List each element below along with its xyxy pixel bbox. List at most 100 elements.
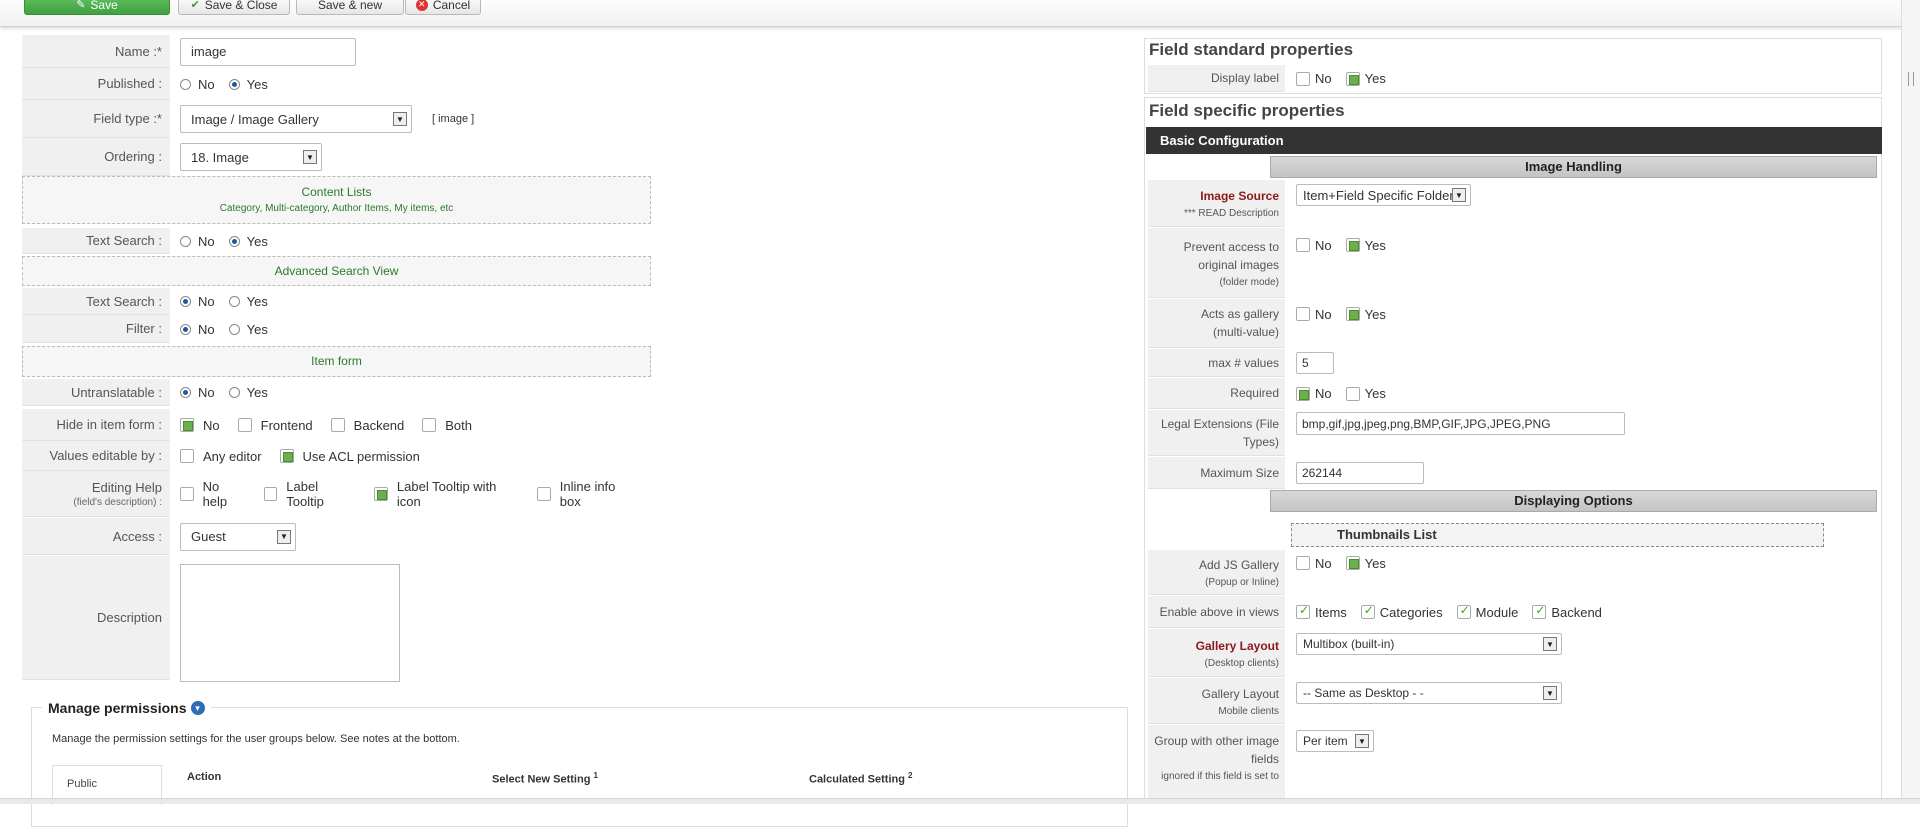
chevron-down-icon: ▼ [277,529,291,544]
acts-gallery-no-checkbox[interactable] [1296,307,1310,321]
row-gallery-layout-desktop: Gallery Layout (Desktop clients) Multibo… [1148,629,1878,677]
acts-gallery-label-1: Acts as gallery [1200,307,1279,321]
label-tooltip-icon-checkbox[interactable] [374,487,388,501]
gallery-mobile-select[interactable]: -- Same as Desktop - - ▼ [1296,682,1562,704]
row-values-editable: Values editable by : Any editor Use ACL … [22,441,651,471]
standard-properties-title: Field standard properties [1149,40,1354,59]
row-maximum-size: Maximum Size 262144 [1148,457,1878,489]
published-yes-radio[interactable] [228,78,240,90]
save-close-button[interactable]: ✔ Save & Close [178,0,290,15]
add-js-no-checkbox[interactable] [1296,556,1310,570]
col-select-new-setting: Select New Setting 1 [492,771,598,786]
chevron-down-icon: ▼ [303,150,317,164]
group-label-2: fields [1250,752,1279,766]
row-prevent-access: Prevent access to original images (folde… [1148,228,1878,298]
field-type-tag: [ image ] [432,113,475,125]
vertical-scrollbar[interactable] [1901,0,1920,804]
group-select[interactable]: Per item ▼ [1296,730,1374,752]
required-yes-checkbox[interactable] [1345,386,1360,401]
row-legal-extensions: Legal Extensions (File Types) bmp,gif,jp… [1148,410,1878,456]
hide-no-checkbox[interactable] [180,418,194,432]
item-form-section: Item form [22,346,651,377]
permissions-note: Manage the permission settings for the u… [52,733,460,745]
adv-text-search-yes-radio[interactable] [228,296,240,307]
label-tooltip-checkbox[interactable] [263,487,278,501]
no-help-checkbox[interactable] [180,487,194,501]
gallery-layout-select[interactable]: Multibox (built-in) ▼ [1296,633,1562,655]
inline-info-box-checkbox[interactable] [537,487,551,501]
image-source-select[interactable]: Item+Field Specific Folder ▼ [1296,184,1471,206]
save-new-button[interactable]: Save & new [296,0,404,15]
required-no-checkbox[interactable] [1296,386,1310,401]
text-search-yes-radio[interactable] [228,235,240,247]
advanced-search-section: Advanced Search View [22,256,651,286]
view-items-checkbox[interactable] [1296,603,1310,619]
add-js-yes-checkbox[interactable] [1345,556,1360,570]
content-lists-subtitle: Category, Multi-category, Author Items, … [219,203,454,214]
content-lists-section: Content Lists Category, Multi-category, … [22,176,651,224]
row-enable-in-views: Enable above in views Items Categories M… [1148,596,1878,628]
acts-gallery-yes-checkbox[interactable] [1345,307,1360,321]
permissions-fieldset [31,707,1128,827]
display-label-yes-checkbox[interactable] [1345,71,1360,86]
text-search-no-radio[interactable] [180,235,191,247]
filter-no-radio[interactable] [180,323,191,335]
prevent-access-yes-checkbox[interactable] [1345,238,1360,252]
row-add-js-gallery: Add JS Gallery (Popup or Inline) No Yes [1148,550,1878,595]
hide-label: Hide in item form : [56,417,162,432]
content-lists-title: Content Lists [301,185,372,199]
row-adv-text-search: Text Search : No Yes [22,288,651,315]
edit-icon: ✎ [76,0,86,11]
hide-both-checkbox[interactable] [422,418,437,432]
ordering-label: Ordering : [104,149,162,164]
hide-frontend-checkbox[interactable] [237,418,252,432]
field-type-select[interactable]: Image / Image Gallery ▼ [180,105,412,133]
maximum-size-input[interactable]: 262144 [1296,462,1424,484]
item-form-title: Item form [311,354,362,368]
scrollbar-grip-icon[interactable] [1908,72,1914,86]
row-ordering: Ordering : 18. Image ▼ [22,138,651,176]
use-acl-checkbox[interactable] [279,449,294,463]
access-select[interactable]: Guest ▼ [180,522,296,551]
gallery-mobile-sublabel: Mobile clients [1218,705,1279,717]
gallery-layout-label: Gallery Layout [1195,638,1279,653]
prevent-access-no-checkbox[interactable] [1296,238,1310,252]
expand-icon[interactable]: ▾ [190,701,205,715]
name-input[interactable]: image [180,37,356,66]
untranslatable-no-radio[interactable] [180,387,191,398]
text-search-label: Text Search : [86,233,162,248]
adv-text-search-no-radio[interactable] [180,296,191,307]
any-editor-checkbox[interactable] [180,449,194,463]
max-values-input[interactable]: 5 [1296,352,1334,374]
view-categories-checkbox[interactable] [1360,603,1375,619]
add-js-gallery-label: Add JS Gallery [1198,558,1279,572]
acts-gallery-label-2: (multi-value) [1212,325,1279,339]
view-backend-checkbox[interactable] [1532,603,1547,619]
view-module-checkbox[interactable] [1456,603,1471,619]
field-type-label: Field type :* [93,111,162,126]
untranslatable-label: Untranslatable : [70,384,162,400]
save-button[interactable]: ✎ Save [24,0,170,15]
legal-ext-label-2: Types) [1242,434,1279,449]
cancel-button[interactable]: ✕ Cancel [405,0,481,15]
description-textarea[interactable] [180,564,400,682]
published-label: Published : [97,76,162,91]
legal-ext-label-1: Legal Extensions (File [1160,416,1279,431]
chevron-down-icon: ▼ [1543,637,1557,651]
chevron-down-icon: ▼ [1543,686,1557,700]
thumbnails-list-header: Thumbnails List [1291,523,1824,547]
hide-backend-checkbox[interactable] [330,418,345,432]
maximum-size-label: Maximum Size [1200,465,1279,480]
gallery-mobile-label: Gallery Layout [1201,686,1279,701]
display-label-no-checkbox[interactable] [1296,71,1310,86]
row-published: Published : No Yes [22,68,651,100]
max-values-label: max # values [1208,355,1279,370]
image-handling-header: Image Handling [1270,156,1877,178]
untranslatable-yes-radio[interactable] [228,387,240,398]
published-no-radio[interactable] [180,78,191,90]
prevent-access-label-1: Prevent access to [1183,239,1279,254]
filter-yes-radio[interactable] [228,323,240,335]
legal-extensions-input[interactable]: bmp,gif,jpg,jpeg,png,BMP,GIF,JPG,JPEG,PN… [1296,412,1625,435]
basic-configuration-tab[interactable]: Basic Configuration [1146,127,1882,154]
ordering-select[interactable]: 18. Image ▼ [180,143,322,171]
